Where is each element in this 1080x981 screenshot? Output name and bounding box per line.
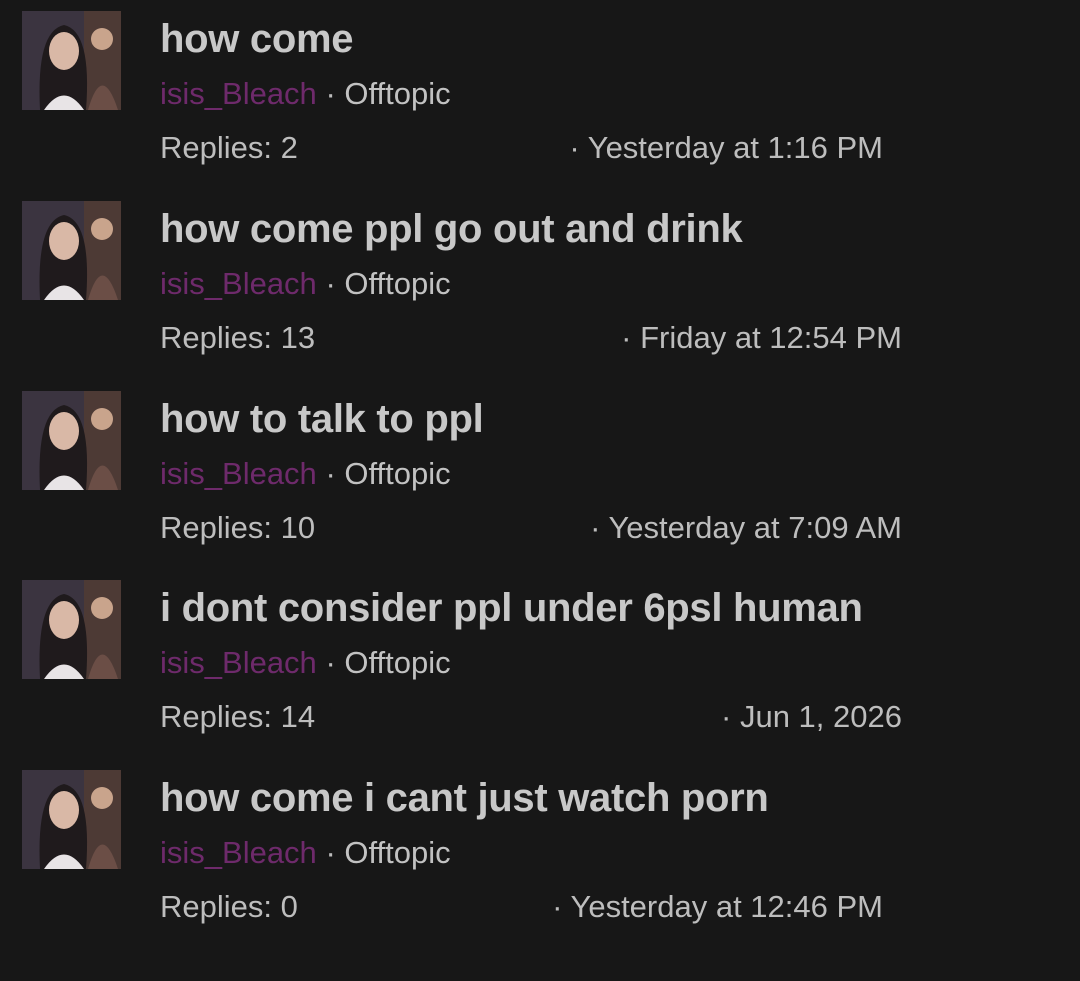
user-avatar[interactable]: [22, 770, 121, 869]
author-link[interactable]: isis_Bleach: [160, 456, 317, 491]
forum-link[interactable]: Offtopic: [344, 266, 450, 301]
thread-item[interactable]: how come i cant just watch porn isis_Ble…: [0, 759, 1080, 949]
last-post-date[interactable]: · Yesterday at 12:46 PM: [552, 889, 883, 925]
meta-separator: ·: [325, 266, 336, 301]
reply-count: Replies: 14: [160, 699, 316, 734]
thread-item[interactable]: how to talk to ppl isis_Bleach · Offtopi…: [0, 380, 1080, 570]
reply-count: Replies: 2: [160, 130, 298, 165]
thread-title[interactable]: how come ppl go out and drink: [160, 207, 743, 252]
last-post-date[interactable]: · Friday at 12:54 PM: [621, 320, 902, 356]
meta-separator: ·: [325, 645, 336, 680]
thread-meta: isis_Bleach · Offtopic: [160, 76, 451, 112]
thread-item[interactable]: how come ppl go out and drink isis_Bleac…: [0, 190, 1080, 380]
thread-list: how come isis_Bleach · Offtopic Replies:…: [0, 0, 1080, 981]
user-avatar[interactable]: [22, 201, 121, 300]
meta-separator: ·: [325, 456, 336, 491]
thread-title[interactable]: i dont consider ppl under 6psl human: [160, 586, 863, 631]
user-avatar[interactable]: [22, 391, 121, 490]
last-post-date[interactable]: · Yesterday at 7:09 AM: [590, 510, 902, 546]
meta-separator: ·: [325, 76, 336, 111]
thread-title[interactable]: how come: [160, 17, 353, 62]
thread-meta: isis_Bleach · Offtopic: [160, 266, 451, 302]
reply-count: Replies: 13: [160, 320, 316, 355]
forum-link[interactable]: Offtopic: [344, 645, 450, 680]
thread-meta: isis_Bleach · Offtopic: [160, 835, 451, 871]
reply-count: Replies: 10: [160, 510, 316, 545]
user-avatar[interactable]: [22, 11, 121, 110]
author-link[interactable]: isis_Bleach: [160, 645, 317, 680]
thread-item[interactable]: how come isis_Bleach · Offtopic Replies:…: [0, 0, 1080, 190]
forum-link[interactable]: Offtopic: [344, 76, 450, 111]
thread-item[interactable]: i dont consider ppl under 6psl human isi…: [0, 569, 1080, 759]
last-post-date[interactable]: · Yesterday at 1:16 PM: [569, 130, 883, 166]
thread-title[interactable]: how come i cant just watch porn: [160, 776, 769, 821]
thread-title[interactable]: how to talk to ppl: [160, 397, 484, 442]
user-avatar[interactable]: [22, 580, 121, 679]
author-link[interactable]: isis_Bleach: [160, 835, 317, 870]
meta-separator: ·: [325, 835, 336, 870]
thread-meta: isis_Bleach · Offtopic: [160, 645, 451, 681]
author-link[interactable]: isis_Bleach: [160, 76, 317, 111]
forum-link[interactable]: Offtopic: [344, 456, 450, 491]
reply-count: Replies: 0: [160, 889, 298, 924]
forum-link[interactable]: Offtopic: [344, 835, 450, 870]
author-link[interactable]: isis_Bleach: [160, 266, 317, 301]
thread-meta: isis_Bleach · Offtopic: [160, 456, 451, 492]
last-post-date[interactable]: · Jun 1, 2026: [721, 699, 902, 735]
